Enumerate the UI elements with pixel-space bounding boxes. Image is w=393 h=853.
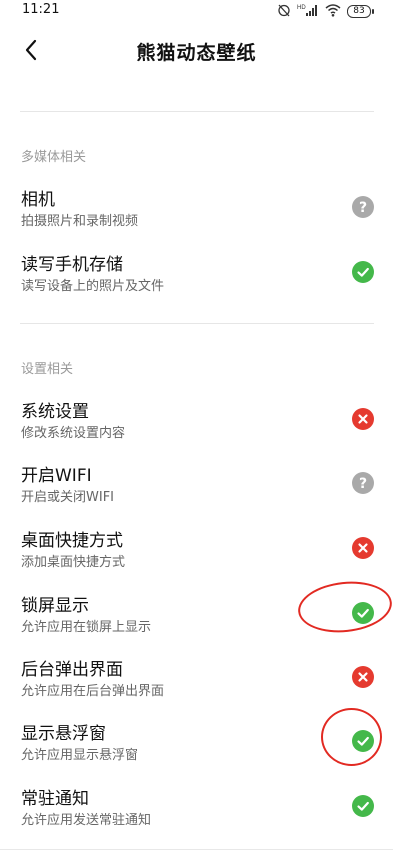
permission-camera[interactable]: 相机 拍摄照片和录制视频 ?	[0, 185, 393, 245]
section-label-settings: 设置相关	[21, 362, 74, 377]
alarm-off-icon	[277, 2, 291, 21]
permission-title: 开启WIFI	[21, 466, 92, 486]
permission-title: 读写手机存储	[21, 255, 123, 275]
divider	[20, 111, 374, 112]
header: 熊猫动态壁纸	[0, 28, 393, 78]
svg-text:?: ?	[359, 476, 367, 492]
permission-desc: 允许应用在后台弹出界面	[21, 684, 165, 699]
permission-desc: 读写设备上的照片及文件	[21, 279, 165, 294]
cross-icon	[352, 537, 374, 559]
permission-shortcut[interactable]: 桌面快捷方式 添加桌面快捷方式	[0, 526, 393, 586]
svg-text:?: ?	[359, 200, 367, 216]
question-icon: ?	[352, 196, 374, 218]
status-bar: 11:21 HD 83	[0, 0, 393, 22]
check-icon	[352, 795, 374, 817]
battery-icon: 83	[347, 4, 374, 18]
permission-desc: 修改系统设置内容	[21, 426, 126, 441]
permission-title: 后台弹出界面	[21, 660, 123, 680]
permission-title: 常驻通知	[21, 789, 89, 809]
wifi-icon	[325, 2, 341, 21]
check-icon	[352, 602, 374, 624]
permission-desc: 拍摄照片和录制视频	[21, 214, 139, 229]
permission-background-popup[interactable]: 后台弹出界面 允许应用在后台弹出界面	[0, 655, 393, 715]
permission-system-settings[interactable]: 系统设置 修改系统设置内容	[0, 397, 393, 457]
permission-desc: 开启或关闭WIFI	[21, 490, 114, 505]
svg-text:HD: HD	[297, 5, 306, 11]
hd-signal-icon: HD	[297, 2, 319, 21]
permission-desc: 添加桌面快捷方式	[21, 555, 126, 570]
permission-desc: 允许应用显示悬浮窗	[21, 748, 139, 763]
permission-desc: 允许应用在锁屏上显示	[21, 620, 152, 635]
permission-floating-window[interactable]: 显示悬浮窗 允许应用显示悬浮窗	[0, 719, 393, 779]
section-label-multimedia: 多媒体相关	[21, 150, 87, 165]
permission-title: 锁屏显示	[21, 596, 89, 616]
permission-desc: 允许应用发送常驻通知	[21, 813, 152, 828]
permission-persistent-notification[interactable]: 常驻通知 允许应用发送常驻通知	[0, 784, 393, 844]
check-icon	[352, 730, 374, 752]
check-icon	[352, 261, 374, 283]
status-time: 11:21	[22, 2, 60, 17]
divider	[20, 323, 374, 324]
permission-title: 显示悬浮窗	[21, 724, 106, 744]
page-title: 熊猫动态壁纸	[136, 42, 257, 64]
cross-icon	[352, 666, 374, 688]
bottom-rule	[0, 849, 393, 850]
permission-wifi[interactable]: 开启WIFI 开启或关闭WIFI ?	[0, 461, 393, 521]
status-icons: HD 83	[277, 2, 374, 21]
question-icon: ?	[352, 472, 374, 494]
cross-icon	[352, 408, 374, 430]
permission-storage[interactable]: 读写手机存储 读写设备上的照片及文件	[0, 250, 393, 310]
permission-lockscreen[interactable]: 锁屏显示 允许应用在锁屏上显示	[0, 591, 393, 651]
permission-title: 系统设置	[21, 402, 89, 422]
permission-title: 桌面快捷方式	[21, 531, 123, 551]
permission-title: 相机	[21, 190, 55, 210]
